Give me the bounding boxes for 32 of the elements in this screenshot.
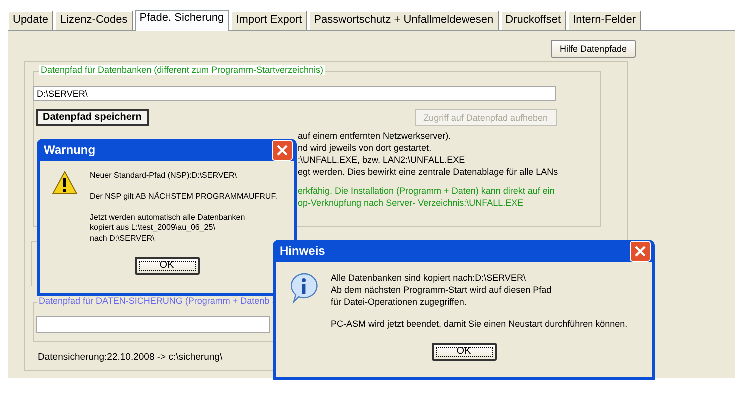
dialog-title: Warnung <box>44 143 96 157</box>
tab[interactable]: Passwortschutz + Unfallmeldewesen <box>309 11 499 30</box>
info-text: auf einem entfernten Netzwerkserver). <box>298 130 452 142</box>
close-button[interactable] <box>272 140 293 160</box>
warning-icon <box>52 171 78 195</box>
tab[interactable]: Lizenz-Codes <box>55 11 133 30</box>
tab[interactable]: Druckoffset <box>500 11 566 30</box>
tab[interactable]: Pfade. Sicherung <box>134 10 230 31</box>
info-text: nd wird jeweils von dort gestartet. <box>298 142 433 154</box>
info-text: egt werden. Dies bewirkt eine zentrale Datenablage für alle LANs <box>298 166 560 178</box>
tab[interactable]: Intern-Felder <box>568 11 642 30</box>
dialog-title: Hinweis <box>280 244 326 258</box>
dialog-message: PC-ASM wird jetzt beendet, damit Sie einen Neustart durchführen können. <box>331 318 628 331</box>
dialog-message: Alle Datenbanken sind kopiert nach:D:\SERVER\ Ab dem nächsten Programm-Start wird auf diesen Pfad für Datei-Operationen zugegriffen. <box>331 272 552 308</box>
tab[interactable]: Import Export <box>231 11 308 30</box>
close-icon <box>635 246 646 256</box>
group-legend: Datenpfad für DATEN-SICHERUNG (Programm + Datenb <box>37 296 272 306</box>
backup-status: Datensicherung:22.10.2008 -> c:\sicherung\ <box>38 352 223 363</box>
close-icon <box>277 144 288 156</box>
dialog-message: Der NSP gilt AB NÄCHSTEM PROGRAMMAUFRUF. <box>90 192 278 203</box>
dialog-message: Neuer Standard-Pfad (NSP):D:\SERVER\ <box>90 171 238 182</box>
dialog-message: Jetzt werden automatisch alle Datenbanken kopiert aus L:\test_2009\au_06_25\ nach D:\SERVER\ <box>90 212 246 245</box>
note-text: op-Verknüpfung nach Server- Verzeichnis:\UNFALL.EXE <box>298 197 525 209</box>
backup-path-field[interactable] <box>36 316 270 333</box>
path-field[interactable]: D:\SERVER\ <box>33 86 556 101</box>
group-legend: Datenpfad für Datenbanken (different zum Programm-Startverzeichnis) <box>39 65 326 75</box>
info-text: :\UNFALL.EXE, bzw. LAN2:\UNFALL.EXE <box>298 154 466 166</box>
note-text: erkfähig. Die Installation (Programm + Daten) kann direkt auf ein <box>298 185 556 197</box>
save-path-button[interactable]: Datenpfad speichern <box>36 109 149 126</box>
help-button[interactable]: Hilfe Datenpfade <box>550 40 636 58</box>
close-button[interactable] <box>630 240 651 262</box>
tab[interactable]: Update <box>8 11 54 30</box>
